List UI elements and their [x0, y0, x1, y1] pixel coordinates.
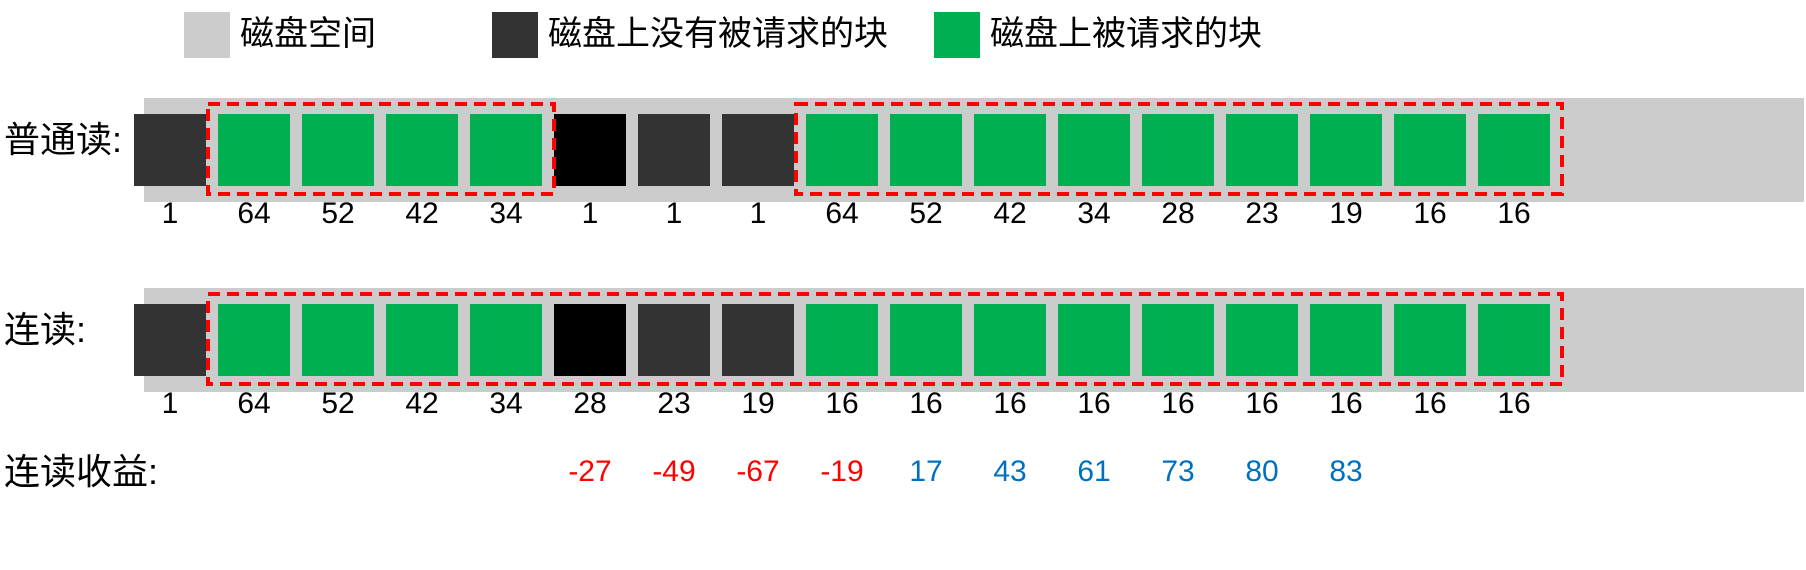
row-label: 连读: [4, 309, 87, 350]
block-number: 52 [321, 197, 355, 230]
gain-value-negative: -49 [652, 455, 696, 488]
block-requested [302, 304, 374, 376]
block-number: 16 [1329, 387, 1363, 420]
gain-value-negative: -27 [568, 455, 612, 488]
block-number: 1 [581, 197, 599, 230]
block-number: 16 [1413, 387, 1447, 420]
block-requested [890, 114, 962, 186]
block-unrequested [638, 304, 710, 376]
block-number: 42 [993, 197, 1027, 230]
block-number: 1 [665, 197, 683, 230]
block-number: 23 [657, 387, 691, 420]
gain-value-negative: -19 [820, 455, 864, 488]
block-number: 34 [489, 197, 523, 230]
block-number: 52 [321, 387, 355, 420]
legend-label-unrequested: 磁盘上没有被请求的块 [548, 15, 888, 53]
block-unrequested [638, 114, 710, 186]
gain-label: 连读收益: [4, 451, 159, 492]
block-number: 16 [993, 387, 1027, 420]
block-gap-block [554, 114, 626, 186]
gain-value-negative: -67 [736, 455, 780, 488]
block-unrequested [722, 304, 794, 376]
block-requested [386, 304, 458, 376]
legend-label-disk-space: 磁盘空间 [240, 15, 376, 53]
block-requested [890, 304, 962, 376]
block-unrequested [134, 114, 206, 186]
block-number: 42 [405, 197, 439, 230]
block-number: 52 [909, 197, 943, 230]
block-requested [470, 114, 542, 186]
block-requested [1394, 304, 1466, 376]
row-label: 普通读: [4, 119, 123, 160]
block-requested [974, 304, 1046, 376]
block-requested [386, 114, 458, 186]
legend-label-requested: 磁盘上被请求的块 [990, 15, 1262, 53]
block-requested [974, 114, 1046, 186]
block-number: 1 [749, 197, 767, 230]
block-unrequested [722, 114, 794, 186]
block-requested [1226, 304, 1298, 376]
gain-value-positive: 73 [1161, 455, 1195, 488]
block-number: 16 [1497, 387, 1531, 420]
block-number: 64 [825, 197, 859, 230]
block-number: 28 [1161, 197, 1195, 230]
block-requested [806, 304, 878, 376]
block-number: 34 [1077, 197, 1111, 230]
block-gap-block [554, 304, 626, 376]
legend-swatch-unrequested [492, 12, 538, 58]
block-requested [1394, 114, 1466, 186]
block-number: 1 [161, 387, 179, 420]
block-requested [1058, 114, 1130, 186]
block-number: 23 [1245, 197, 1279, 230]
block-requested [1478, 114, 1550, 186]
block-number: 19 [741, 387, 775, 420]
block-requested [218, 114, 290, 186]
block-requested [302, 114, 374, 186]
block-number: 34 [489, 387, 523, 420]
block-requested [1310, 114, 1382, 186]
block-requested [1142, 114, 1214, 186]
block-number: 19 [1329, 197, 1363, 230]
block-number: 16 [1497, 197, 1531, 230]
block-requested [806, 114, 878, 186]
block-number: 16 [1245, 387, 1279, 420]
block-requested [1226, 114, 1298, 186]
block-requested [1478, 304, 1550, 376]
block-number: 16 [825, 387, 859, 420]
block-requested [1310, 304, 1382, 376]
gain-value-positive: 83 [1329, 455, 1363, 488]
block-number: 64 [237, 387, 271, 420]
block-requested [218, 304, 290, 376]
gain-value-positive: 80 [1245, 455, 1279, 488]
block-number: 16 [1413, 197, 1447, 230]
block-number: 28 [573, 387, 607, 420]
block-unrequested [134, 304, 206, 376]
block-number: 1 [161, 197, 179, 230]
block-number: 16 [1161, 387, 1195, 420]
gain-value-positive: 43 [993, 455, 1027, 488]
gain-value-positive: 17 [909, 455, 943, 488]
legend-swatch-disk-space [184, 12, 230, 58]
gain-value-positive: 61 [1077, 455, 1111, 488]
block-number: 64 [237, 197, 271, 230]
block-number: 42 [405, 387, 439, 420]
block-requested [1058, 304, 1130, 376]
block-requested [470, 304, 542, 376]
block-number: 16 [1077, 387, 1111, 420]
legend-swatch-requested [934, 12, 980, 58]
block-number: 16 [909, 387, 943, 420]
block-requested [1142, 304, 1214, 376]
